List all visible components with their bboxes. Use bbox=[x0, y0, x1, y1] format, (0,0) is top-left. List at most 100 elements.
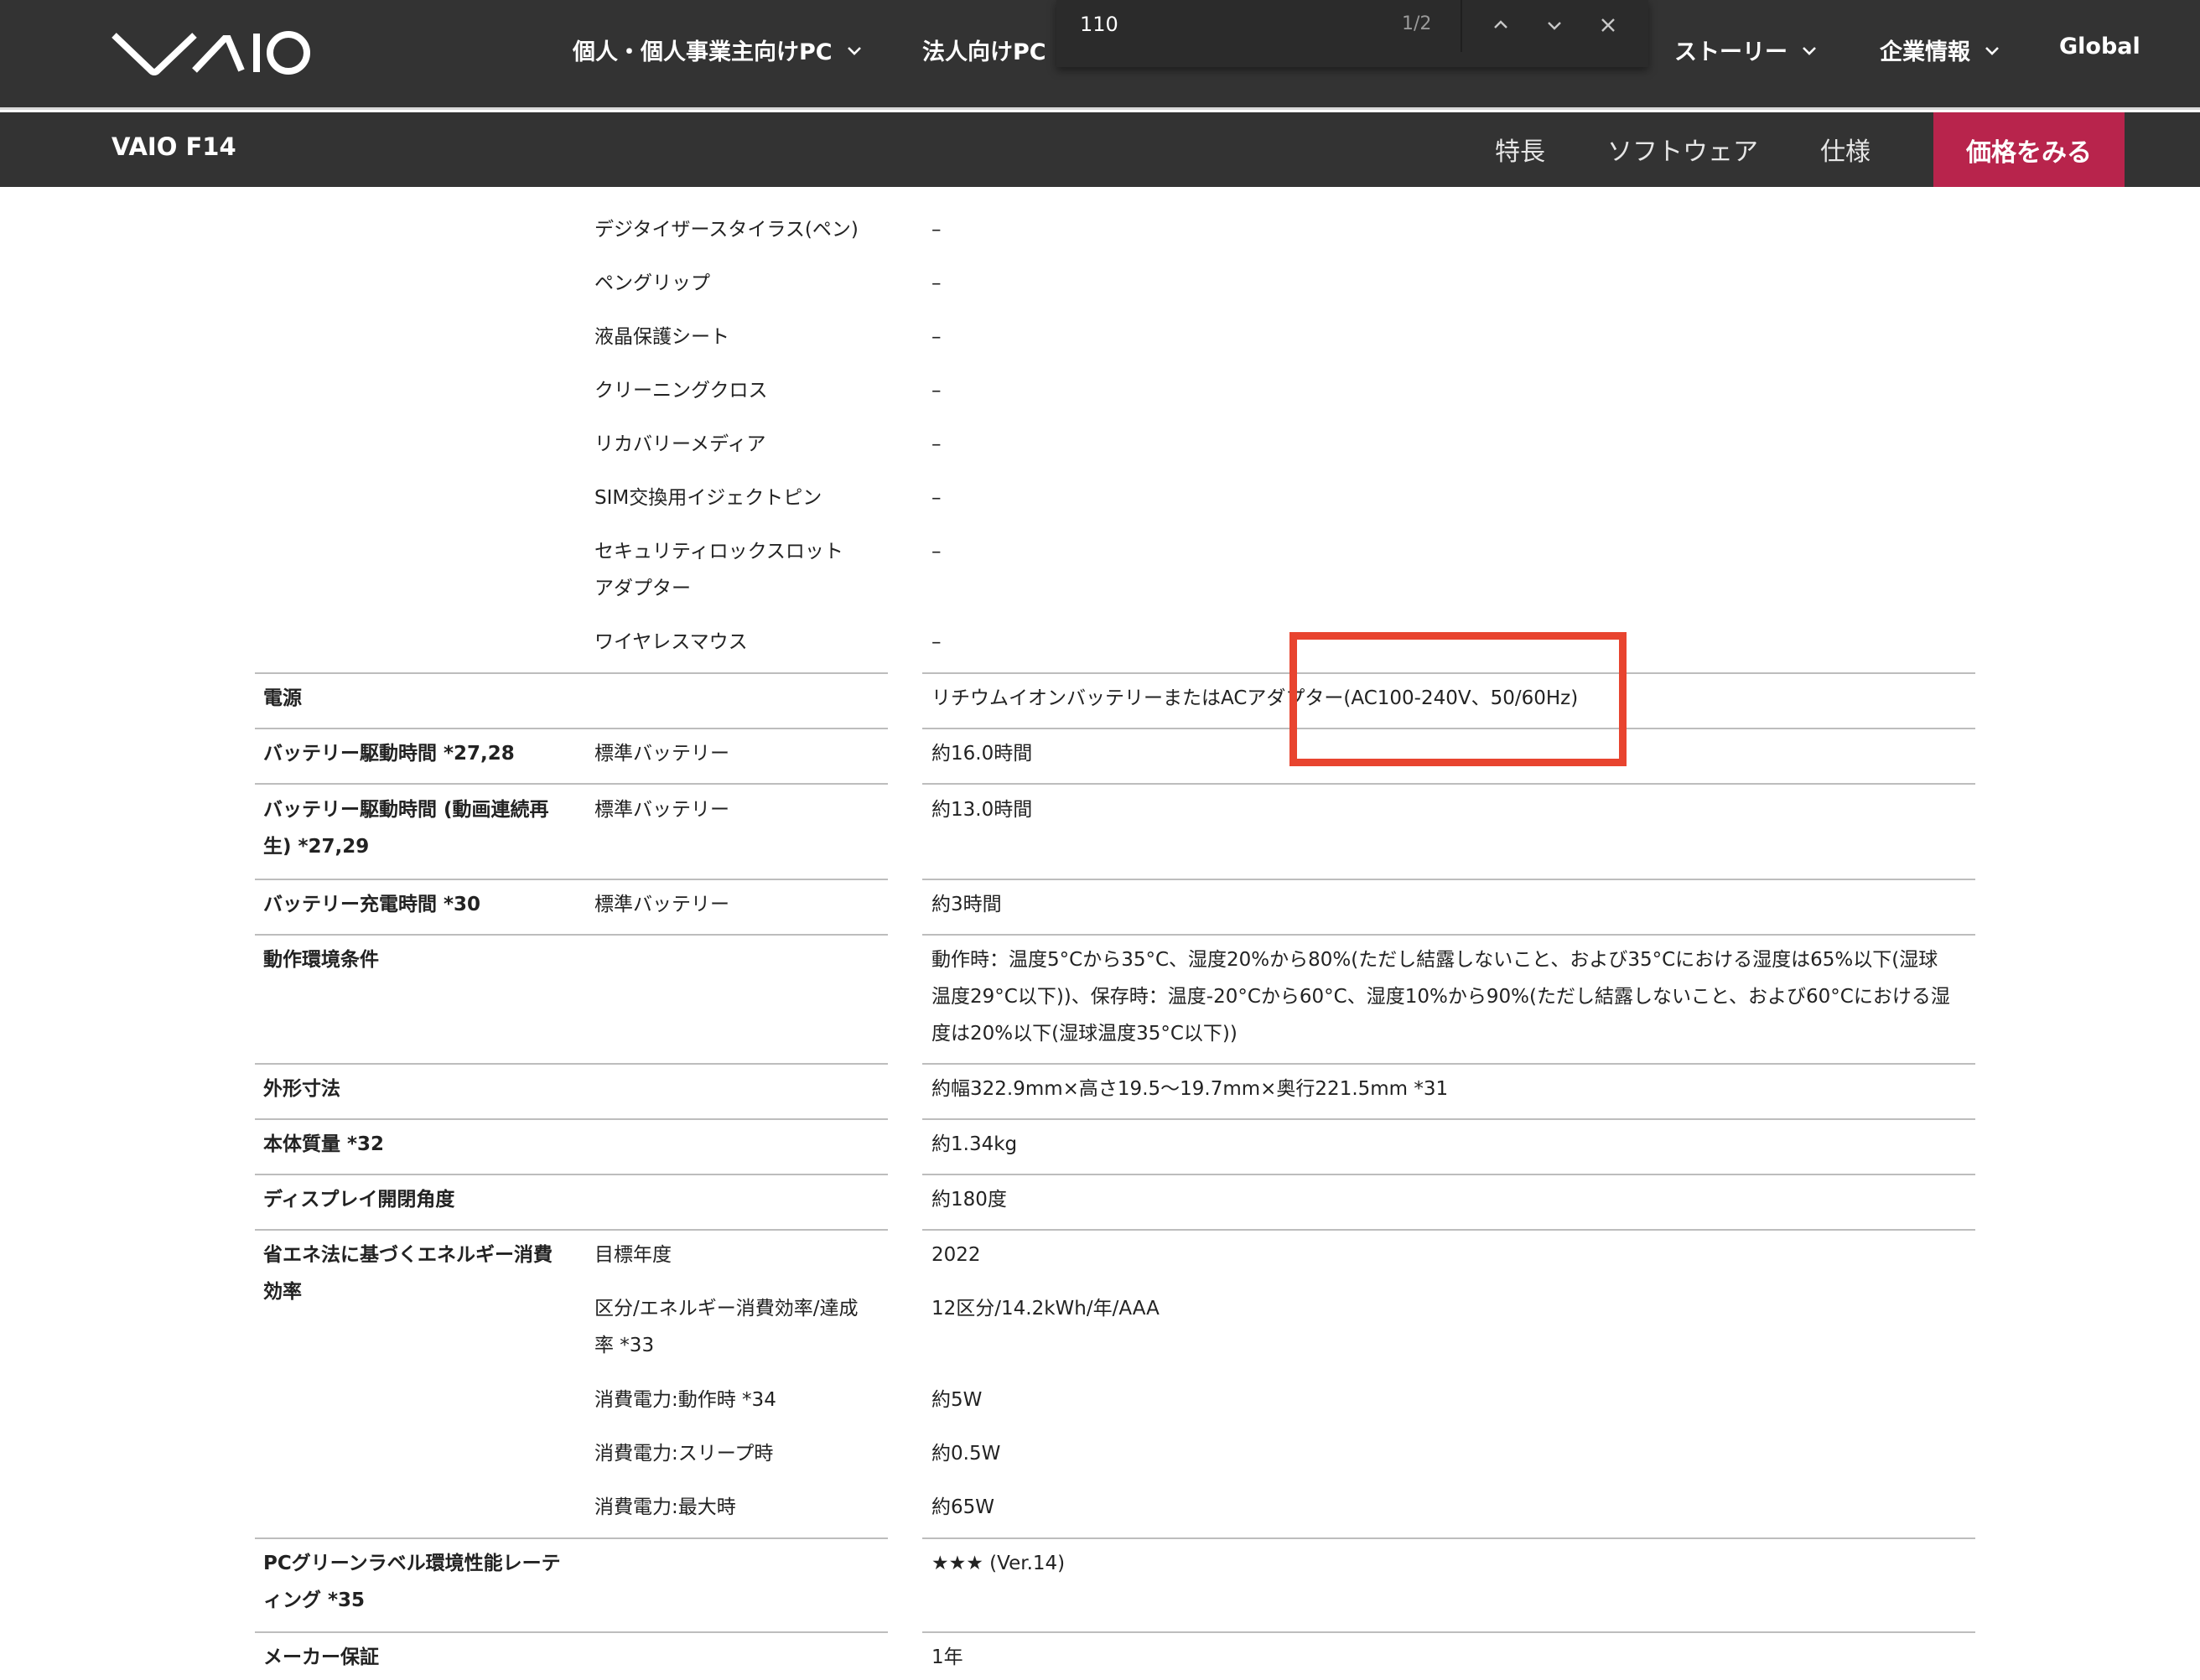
spec-sub-battery-charge: 標準バッテリー bbox=[594, 894, 729, 915]
view-price-button[interactable]: 価格をみる bbox=[1933, 112, 2125, 187]
nav-global[interactable]: Global bbox=[2059, 34, 2140, 60]
accessory-value: – bbox=[931, 219, 942, 241]
spec-value-energy: 約5W bbox=[931, 1389, 983, 1411]
row-divider bbox=[255, 934, 888, 936]
spec-value-weight: 約1.34kg bbox=[931, 1133, 1018, 1155]
chevron-up-icon[interactable] bbox=[1487, 12, 1514, 39]
subnav-features[interactable]: 特長 bbox=[1495, 131, 1545, 168]
subnav-software[interactable]: ソフトウェア bbox=[1607, 131, 1758, 168]
row-divider bbox=[922, 1229, 1975, 1231]
nav-company-label: 企業情報 bbox=[1880, 39, 1970, 65]
row-divider bbox=[255, 783, 888, 785]
accessory-item: 液晶保護シート bbox=[594, 326, 729, 348]
accessory-value: – bbox=[931, 272, 942, 294]
spec-label-green: PCグリーンラベル環境性能レーテ bbox=[263, 1553, 561, 1574]
spec-value-warranty: 1年 bbox=[931, 1646, 963, 1668]
row-divider bbox=[255, 728, 888, 729]
row-divider bbox=[255, 1118, 888, 1120]
spec-value-energy: 約65W bbox=[931, 1496, 995, 1518]
nav-personal-pc-label: 個人・個人事業主向けPC bbox=[573, 39, 833, 65]
nav-personal-pc[interactable]: 個人・個人事業主向けPC bbox=[573, 34, 863, 66]
spec-sub-battery-life: 標準バッテリー bbox=[594, 743, 729, 765]
spec-label-environment: 動作環境条件 bbox=[263, 949, 379, 971]
spec-label-energy-line2: 効率 bbox=[263, 1281, 302, 1303]
accessory-value: – bbox=[931, 380, 942, 402]
product-subnav: VAIO F14 特長 ソフトウェア 仕様 価格をみる bbox=[0, 112, 2200, 187]
spec-value-environment-line1: 動作時：温度5°Cから35°C、湿度20%から80%(ただし結露しないこと、およ… bbox=[931, 949, 1938, 971]
spec-value-green: ★★★ (Ver.14) bbox=[931, 1553, 1066, 1574]
spec-label-green-line2: ィング *35 bbox=[263, 1589, 366, 1611]
row-divider bbox=[255, 672, 888, 674]
spec-label-battery-video-line2: 生) *27,29 bbox=[263, 836, 370, 858]
chevron-down-icon bbox=[847, 46, 861, 55]
row-divider bbox=[922, 934, 1975, 936]
accessory-value: – bbox=[931, 541, 942, 563]
spec-value-environment-line3: 度は20%以下(湿球温度35°C以下)) bbox=[931, 1023, 1238, 1045]
chevron-down-icon bbox=[1803, 46, 1816, 55]
row-divider bbox=[255, 879, 888, 880]
accessory-item: セキュリティロックスロット bbox=[594, 541, 843, 563]
spec-label-battery-video: バッテリー駆動時間 (動画連続再 bbox=[263, 799, 549, 821]
highlight-box bbox=[1289, 632, 1627, 766]
nav-story-label: ストーリー bbox=[1674, 39, 1788, 65]
accessory-item: クリーニングクロス bbox=[594, 380, 768, 402]
spec-value-energy: 12区分/14.2kWh/年/AAA bbox=[931, 1298, 1160, 1320]
nav-business-pc[interactable]: 法人向けPC bbox=[922, 34, 1046, 66]
vaio-logo[interactable] bbox=[111, 29, 312, 75]
row-divider bbox=[922, 783, 1975, 785]
accessory-value: – bbox=[931, 433, 942, 455]
spec-label-battery-life: バッテリー駆動時間 *27,28 bbox=[263, 743, 515, 765]
product-title: VAIO F14 bbox=[112, 132, 236, 161]
accessory-value: – bbox=[931, 487, 942, 509]
spec-label-energy: 省エネ法に基づくエネルギー消費 bbox=[263, 1244, 553, 1266]
row-divider bbox=[255, 1537, 888, 1539]
row-divider bbox=[255, 1174, 888, 1175]
accessory-item: SIM交換用イジェクトピン bbox=[594, 487, 822, 509]
accessory-item: ペングリップ bbox=[594, 272, 710, 294]
spec-sub-energy-line2: 率 *33 bbox=[594, 1335, 655, 1356]
global-header: 個人・個人事業主向けPC 法人向けPC ストーリー 企業情報 Global 1/… bbox=[0, 0, 2200, 110]
row-divider bbox=[922, 1174, 1975, 1175]
close-icon[interactable] bbox=[1595, 12, 1621, 39]
spec-label-hinge: ディスプレイ開閉角度 bbox=[263, 1189, 455, 1211]
row-divider bbox=[255, 1631, 888, 1633]
spec-label-power: 電源 bbox=[263, 687, 302, 709]
spec-sub-battery-video: 標準バッテリー bbox=[594, 799, 729, 821]
find-divider bbox=[1461, 0, 1462, 52]
spec-label-warranty: メーカー保証 bbox=[263, 1646, 379, 1668]
spec-sub-energy: 目標年度 bbox=[594, 1244, 672, 1266]
accessory-item: リカバリーメディア bbox=[594, 433, 766, 455]
spec-value-dimensions: 約幅322.9mm×高さ19.5〜19.7mm×奥行221.5mm *31 bbox=[931, 1078, 1449, 1100]
accessory-item: ワイヤレスマウス bbox=[594, 631, 748, 653]
chevron-down-icon bbox=[1985, 46, 1999, 55]
nav-company[interactable]: 企業情報 bbox=[1880, 34, 2000, 66]
spec-value-energy: 約0.5W bbox=[931, 1443, 1001, 1465]
spec-label-weight: 本体質量 *32 bbox=[263, 1133, 385, 1155]
spec-value-environment-line2: 温度29°C以下))、保存時：温度-20°Cから60°C、湿度10%から90%(… bbox=[931, 986, 1950, 1008]
spec-sub-energy: 消費電力:動作時 *34 bbox=[594, 1389, 776, 1411]
find-match-count: 1/2 bbox=[1402, 13, 1432, 34]
nav-business-pc-label: 法人向けPC bbox=[922, 39, 1046, 65]
spec-sub-energy: 消費電力:スリープ時 bbox=[594, 1443, 774, 1465]
spec-value-battery-video: 約13.0時間 bbox=[931, 799, 1033, 821]
nav-global-label: Global bbox=[2059, 34, 2140, 60]
spec-value-battery-charge: 約3時間 bbox=[931, 894, 1002, 915]
spec-value-hinge: 約180度 bbox=[931, 1189, 1007, 1211]
find-in-page-bar: 1/2 bbox=[1056, 0, 1648, 67]
row-divider bbox=[922, 1118, 1975, 1120]
accessory-item-line2: アダプター bbox=[594, 578, 691, 599]
spec-sub-energy: 消費電力:最大時 bbox=[594, 1496, 736, 1518]
chevron-down-icon[interactable] bbox=[1541, 12, 1568, 39]
spec-sub-energy: 区分/エネルギー消費効率/達成 bbox=[594, 1298, 859, 1320]
spec-label-dimensions: 外形寸法 bbox=[263, 1078, 340, 1100]
accessory-value: – bbox=[931, 326, 942, 348]
accessory-item: デジタイザースタイラス(ペン) bbox=[594, 219, 859, 241]
subnav-specs[interactable]: 仕様 bbox=[1820, 131, 1871, 168]
row-divider bbox=[922, 1631, 1975, 1633]
row-divider bbox=[255, 1063, 888, 1065]
nav-story[interactable]: ストーリー bbox=[1674, 34, 1818, 66]
spec-label-battery-charge: バッテリー充電時間 *30 bbox=[263, 894, 481, 915]
row-divider bbox=[922, 1063, 1975, 1065]
spec-value-energy: 2022 bbox=[931, 1244, 981, 1266]
row-divider bbox=[255, 1229, 888, 1231]
